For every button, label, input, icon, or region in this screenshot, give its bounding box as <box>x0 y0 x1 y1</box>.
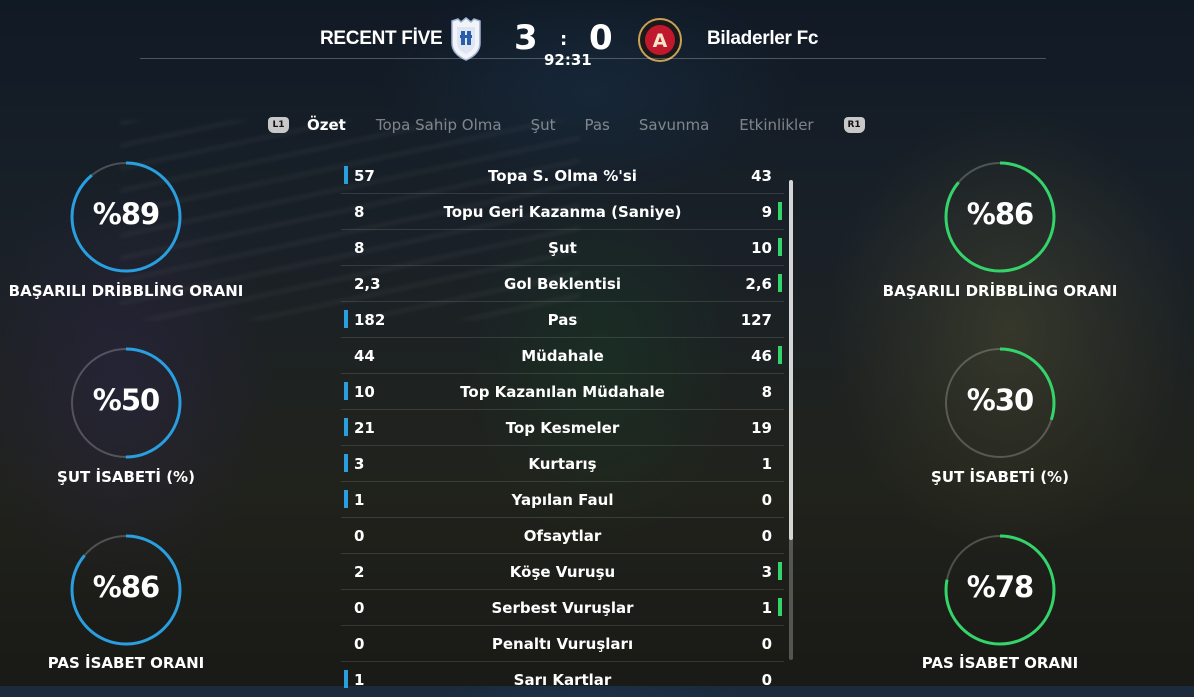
stat-away-value: 9 <box>761 203 772 221</box>
stat-row: 2,3 Gol Beklentisi 2,6 <box>341 266 784 302</box>
stat-label: Top Kesmeler <box>505 419 620 437</box>
home-dribble-success-ring: %89 <box>70 161 182 273</box>
stat-away-value: 43 <box>751 167 772 185</box>
stat-away-value: 46 <box>751 347 772 365</box>
r1-button-icon[interactable]: R1 <box>843 117 865 133</box>
away-shot-accuracy-ring: %30 <box>944 347 1056 459</box>
home-dribble-success-value: %89 <box>92 197 160 231</box>
away-pass-accuracy-label: PAS İSABET ORANI <box>921 654 1079 672</box>
stat-away-value: 0 <box>761 527 772 545</box>
stat-away-value: 0 <box>761 635 772 653</box>
away-leader-marker <box>778 238 782 256</box>
stats-tab-bar: L1 Özet Topa Sahip Olma Şut Pas Savunma … <box>268 116 865 134</box>
home-shot-accuracy-ring: %50 <box>70 347 182 459</box>
stat-row: 8 Topu Geri Kazanma (Saniye) 9 <box>341 194 784 230</box>
home-score: 3 <box>514 18 538 58</box>
stats-scrollbar-thumb[interactable] <box>789 180 793 540</box>
stat-label: Topa S. Olma %'si <box>488 167 637 185</box>
stat-away-value: 8 <box>761 383 772 401</box>
stat-away-value: 1 <box>761 455 772 473</box>
away-dribble-success-label: BAŞARILI DRİBBLİNG ORANI <box>882 282 1118 300</box>
stat-label: Şut <box>548 239 577 257</box>
away-pass-accuracy-ring: %78 <box>944 534 1056 646</box>
stat-row: 0 Penaltı Vuruşları 0 <box>341 626 784 662</box>
stat-row: 8 Şut 10 <box>341 230 784 266</box>
tab-events[interactable]: Etkinlikler <box>739 116 813 134</box>
crest-letter: A <box>653 30 668 52</box>
stat-away-value: 10 <box>751 239 772 257</box>
stat-away-value: 0 <box>761 491 772 509</box>
stat-label: Serbest Vuruşlar <box>491 599 634 617</box>
home-dribble-success-label: BAŞARILI DRİBBLİNG ORANI <box>8 282 244 300</box>
stat-label: Top Kazanılan Müdahale <box>460 383 665 401</box>
match-header: RECENT FİVE 3 : 0 A Biladerler Fc <box>0 14 1194 84</box>
away-pass-accuracy-value: %78 <box>966 570 1034 604</box>
stat-row: 0 Serbest Vuruşlar 1 <box>341 590 784 626</box>
tab-shooting[interactable]: Şut <box>531 116 556 134</box>
home-pass-accuracy-label: PAS İSABET ORANI <box>47 654 205 672</box>
stat-label: Pas <box>547 311 578 329</box>
tab-possession[interactable]: Topa Sahip Olma <box>376 116 502 134</box>
away-dribble-success-ring: %86 <box>944 161 1056 273</box>
home-club-shield-crest-icon <box>449 17 483 61</box>
home-team-name: RECENT FİVE <box>320 28 443 49</box>
stat-label: Ofsaytlar <box>523 527 602 545</box>
stat-label: Gol Beklentisi <box>504 275 621 293</box>
stat-row: 0 Ofsaytlar 0 <box>341 518 784 554</box>
home-shot-accuracy-label: ŞUT İSABETİ (%) <box>57 468 195 486</box>
stat-row: 3 Kurtarış 1 <box>341 446 784 482</box>
stat-away-value: 1 <box>761 599 772 617</box>
stat-label: Kurtarış <box>528 455 597 473</box>
match-stats-table: 57 Topa S. Olma %'si 43 8 Topu Geri Kazanma … <box>341 158 784 697</box>
stat-label: Penaltı Vuruşları <box>491 635 634 653</box>
away-leader-marker <box>778 562 782 580</box>
away-dribble-success-value: %86 <box>966 197 1034 231</box>
atlanta-united-crest-icon: A <box>638 18 682 62</box>
stat-label: Yapılan Faul <box>511 491 614 509</box>
home-pass-accuracy-value: %86 <box>92 570 160 604</box>
away-shot-accuracy-label: ŞUT İSABETİ (%) <box>931 468 1069 486</box>
stat-away-value: 19 <box>751 419 772 437</box>
score-separator: : <box>560 29 568 50</box>
away-leader-marker <box>778 202 782 220</box>
stat-away-value: 3 <box>761 563 772 581</box>
stat-row: 2 Köşe Vuruşu 3 <box>341 554 784 590</box>
stat-row: 182 Pas 127 <box>341 302 784 338</box>
tab-summary[interactable]: Özet <box>307 116 346 134</box>
stat-label: Sarı Kartlar <box>513 671 612 689</box>
stat-row: 1 Yapılan Faul 0 <box>341 482 784 518</box>
stat-label: Topu Geri Kazanma (Saniye) <box>443 203 682 221</box>
l1-button-icon[interactable]: L1 <box>268 117 289 133</box>
stat-row: 10 Top Kazanılan Müdahale 8 <box>341 374 784 410</box>
stat-away-value: 2,6 <box>745 275 772 293</box>
stat-away-value: 127 <box>740 311 772 329</box>
stat-away-value: 0 <box>761 671 772 689</box>
stat-label: Köşe Vuruşu <box>509 563 616 581</box>
away-leader-marker <box>778 598 782 616</box>
away-shot-accuracy-value: %30 <box>966 383 1034 417</box>
away-leader-marker <box>778 274 782 292</box>
stat-label: Müdahale <box>521 347 604 365</box>
home-shot-accuracy-value: %50 <box>92 383 160 417</box>
stat-row: 21 Top Kesmeler 19 <box>341 410 784 446</box>
match-clock: 92:31 <box>544 51 592 69</box>
stat-row: 1 Sarı Kartlar 0 <box>341 662 784 697</box>
away-leader-marker <box>778 346 782 364</box>
away-team-name: Biladerler Fc <box>707 28 819 49</box>
tab-defending[interactable]: Savunma <box>639 116 709 134</box>
stat-row: 57 Topa S. Olma %'si 43 <box>341 158 784 194</box>
home-pass-accuracy-ring: %86 <box>70 534 182 646</box>
tab-passing[interactable]: Pas <box>584 116 609 134</box>
stat-row: 44 Müdahale 46 <box>341 338 784 374</box>
